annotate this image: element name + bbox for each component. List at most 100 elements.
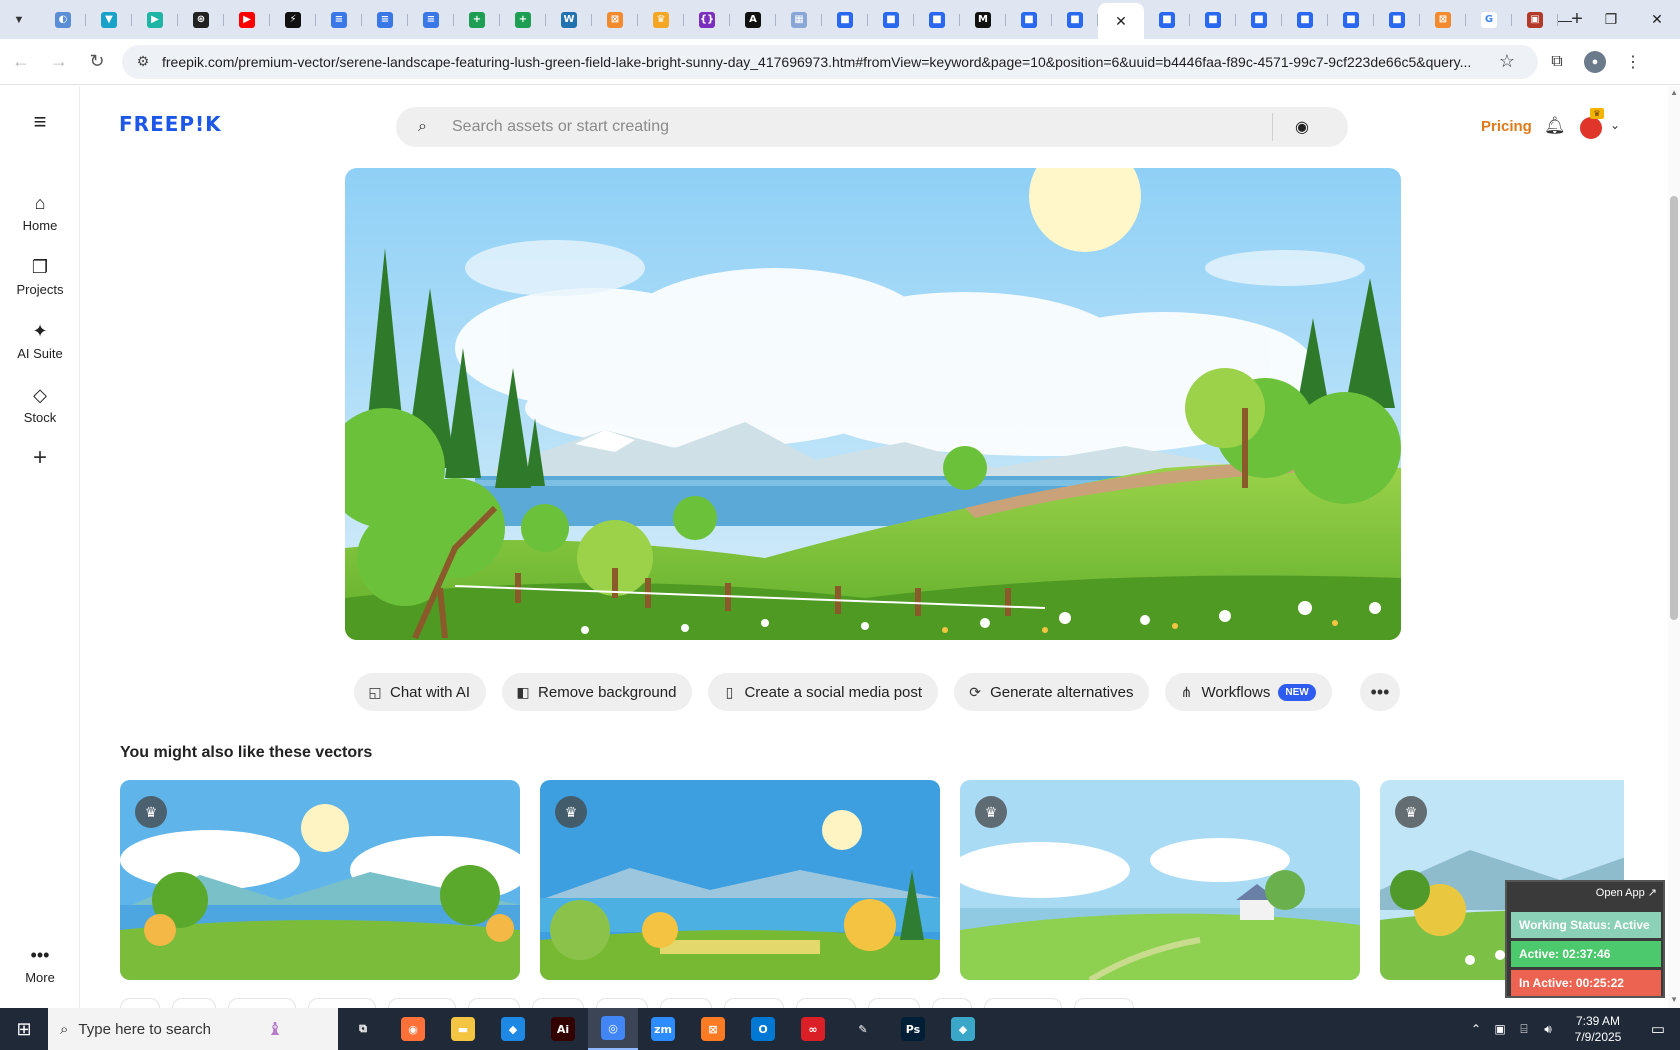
browser-tab[interactable]: ■	[868, 4, 914, 36]
taskbar-app[interactable]: ◉	[388, 1008, 438, 1050]
close-icon[interactable]: ✕	[1115, 13, 1127, 30]
network-icon[interactable]: ⌸	[1512, 1022, 1536, 1037]
tag-pill[interactable]	[596, 998, 648, 1008]
tag-pill[interactable]	[120, 998, 160, 1008]
browser-tab[interactable]: ⊠	[592, 4, 638, 36]
taskbar-app[interactable]: Ps	[888, 1008, 938, 1050]
browser-tab[interactable]: ≡	[362, 4, 408, 36]
sidebar-item-projects[interactable]: ❐ Projects	[0, 256, 80, 298]
site-info-icon[interactable]: ⚙	[128, 47, 158, 77]
notification-icon[interactable]: ▭	[1636, 1008, 1680, 1050]
create-social-post-button[interactable]: ▯ Create a social media post	[708, 673, 939, 711]
browser-tab[interactable]: W	[546, 4, 592, 36]
browser-tab[interactable]: {}	[684, 4, 730, 36]
browser-tab[interactable]: ■	[1328, 4, 1374, 36]
taskbar-app[interactable]: Ai	[538, 1008, 588, 1050]
workflows-button[interactable]: ⋔ Workflows NEW	[1165, 673, 1332, 711]
tag-pill[interactable]	[308, 998, 376, 1008]
taskbar-app[interactable]: ⊠	[688, 1008, 738, 1050]
tag-pill[interactable]	[388, 998, 456, 1008]
browser-tab[interactable]: ≡	[408, 4, 454, 36]
browser-tab[interactable]: ▶	[132, 4, 178, 36]
taskbar-app[interactable]: ✎	[838, 1008, 888, 1050]
remove-background-button[interactable]: ◧ Remove background	[502, 673, 693, 711]
browser-tab[interactable]: ■	[822, 4, 868, 36]
user-avatar[interactable]	[1580, 117, 1602, 139]
tray-app-icon[interactable]: ▣	[1488, 1022, 1512, 1036]
forward-arrow-icon[interactable]: →	[42, 45, 76, 79]
taskbar-app[interactable]: O	[738, 1008, 788, 1050]
omnibox[interactable]: ⚙ freepik.com/premium-vector/serene-land…	[122, 44, 1538, 79]
sidebar-item-stock[interactable]: ◇ Stock	[0, 384, 80, 426]
browser-tab[interactable]: ⚡	[270, 4, 316, 36]
browser-tab[interactable]: ▦	[776, 4, 822, 36]
add-icon[interactable]: +	[20, 438, 60, 478]
page-scrollbar[interactable]: ▲ ▼	[1668, 86, 1680, 1008]
browser-menu-icon[interactable]: ⋮	[1614, 45, 1652, 79]
browser-tab[interactable]: +	[500, 4, 546, 36]
sidebar-item-home[interactable]: ⌂ Home	[0, 192, 80, 234]
bell-icon[interactable]: 🔔︎	[1544, 116, 1566, 136]
browser-tab[interactable]: +	[454, 4, 500, 36]
url-text[interactable]: freepik.com/premium-vector/serene-landsc…	[162, 54, 1492, 70]
tray-chevron-up-icon[interactable]: ⌃	[1464, 1022, 1488, 1036]
tag-pill[interactable]	[796, 998, 856, 1008]
chat-with-ai-button[interactable]: ◱ Chat with AI	[354, 673, 487, 711]
sidebar-item-more[interactable]: ••• More	[0, 944, 80, 986]
volume-icon[interactable]: 🔊︎	[1536, 1022, 1560, 1037]
browser-tab[interactable]: ■	[1052, 4, 1098, 36]
tag-pill[interactable]	[724, 998, 784, 1008]
related-thumbnail[interactable]: ♛	[960, 780, 1360, 980]
search-input[interactable]	[452, 118, 1272, 136]
tag-pill[interactable]	[1074, 998, 1134, 1008]
related-thumbnail[interactable]: ♛	[540, 780, 940, 980]
tag-pill[interactable]	[532, 998, 584, 1008]
taskbar-app[interactable]: ◆	[938, 1008, 988, 1050]
taskbar-app[interactable]: ◎	[588, 1008, 638, 1050]
profile-avatar[interactable]: ●	[1576, 45, 1614, 79]
camera-icon[interactable]: ◉	[1273, 117, 1331, 137]
browser-tab[interactable]: A	[730, 4, 776, 36]
taskbar-clock[interactable]: 7:39 AM 7/9/2025	[1560, 1013, 1636, 1045]
tab-search-dropdown-icon[interactable]: ▼	[4, 5, 34, 35]
browser-tab[interactable]: M	[960, 4, 1006, 36]
tag-pill[interactable]	[660, 998, 712, 1008]
browser-tab[interactable]: ■	[1374, 4, 1420, 36]
browser-tab[interactable]: ■	[1144, 4, 1190, 36]
tag-pill[interactable]	[468, 998, 520, 1008]
open-app-link[interactable]: Open App ↗	[1596, 886, 1657, 899]
windows-start-icon[interactable]: ⊞	[0, 1008, 48, 1050]
tag-pill[interactable]	[172, 998, 216, 1008]
taskbar-app[interactable]: ⧉	[338, 1008, 388, 1050]
browser-tab[interactable]: ■	[1006, 4, 1052, 36]
reload-icon[interactable]: ↻	[80, 45, 114, 79]
browser-tab[interactable]: ⊠	[1420, 4, 1466, 36]
taskbar-app[interactable]: ◆	[488, 1008, 538, 1050]
window-close-icon[interactable]: ✕	[1634, 0, 1680, 39]
browser-tab[interactable]: ■	[914, 4, 960, 36]
browser-tab[interactable]: ■	[1190, 4, 1236, 36]
browser-tab[interactable]: ◐	[40, 4, 86, 36]
scroll-down-icon[interactable]: ▼	[1670, 995, 1678, 1004]
browser-tab[interactable]: ■	[1282, 4, 1328, 36]
freepik-logo[interactable]: FREEP!K	[119, 112, 222, 136]
browser-tab[interactable]: G	[1466, 4, 1512, 36]
hero-image[interactable]	[345, 168, 1401, 640]
hamburger-menu-icon[interactable]: ≡	[26, 109, 54, 134]
scrollbar-thumb[interactable]	[1670, 196, 1678, 620]
restore-icon[interactable]: ❐	[1588, 0, 1634, 39]
browser-tab[interactable]: ■	[1236, 4, 1282, 36]
bookmark-star-icon[interactable]: ☆	[1492, 47, 1522, 77]
tab-active[interactable]: ✕	[1098, 3, 1144, 39]
minimize-icon[interactable]: —	[1542, 0, 1588, 39]
tag-pill[interactable]	[932, 998, 972, 1008]
sidebar-item-ai-suite[interactable]: ✦ AI Suite	[0, 320, 80, 362]
tag-pill[interactable]	[868, 998, 920, 1008]
taskbar-app[interactable]: ∞	[788, 1008, 838, 1050]
tag-pill[interactable]	[984, 998, 1062, 1008]
taskbar-search[interactable]: ⌕ Type here to search ♝	[48, 1008, 338, 1050]
browser-tab[interactable]: ♛	[638, 4, 684, 36]
scroll-up-icon[interactable]: ▲	[1670, 88, 1678, 97]
more-options-button[interactable]: •••	[1360, 673, 1400, 711]
generate-alternatives-button[interactable]: ⟳ Generate alternatives	[954, 673, 1150, 711]
